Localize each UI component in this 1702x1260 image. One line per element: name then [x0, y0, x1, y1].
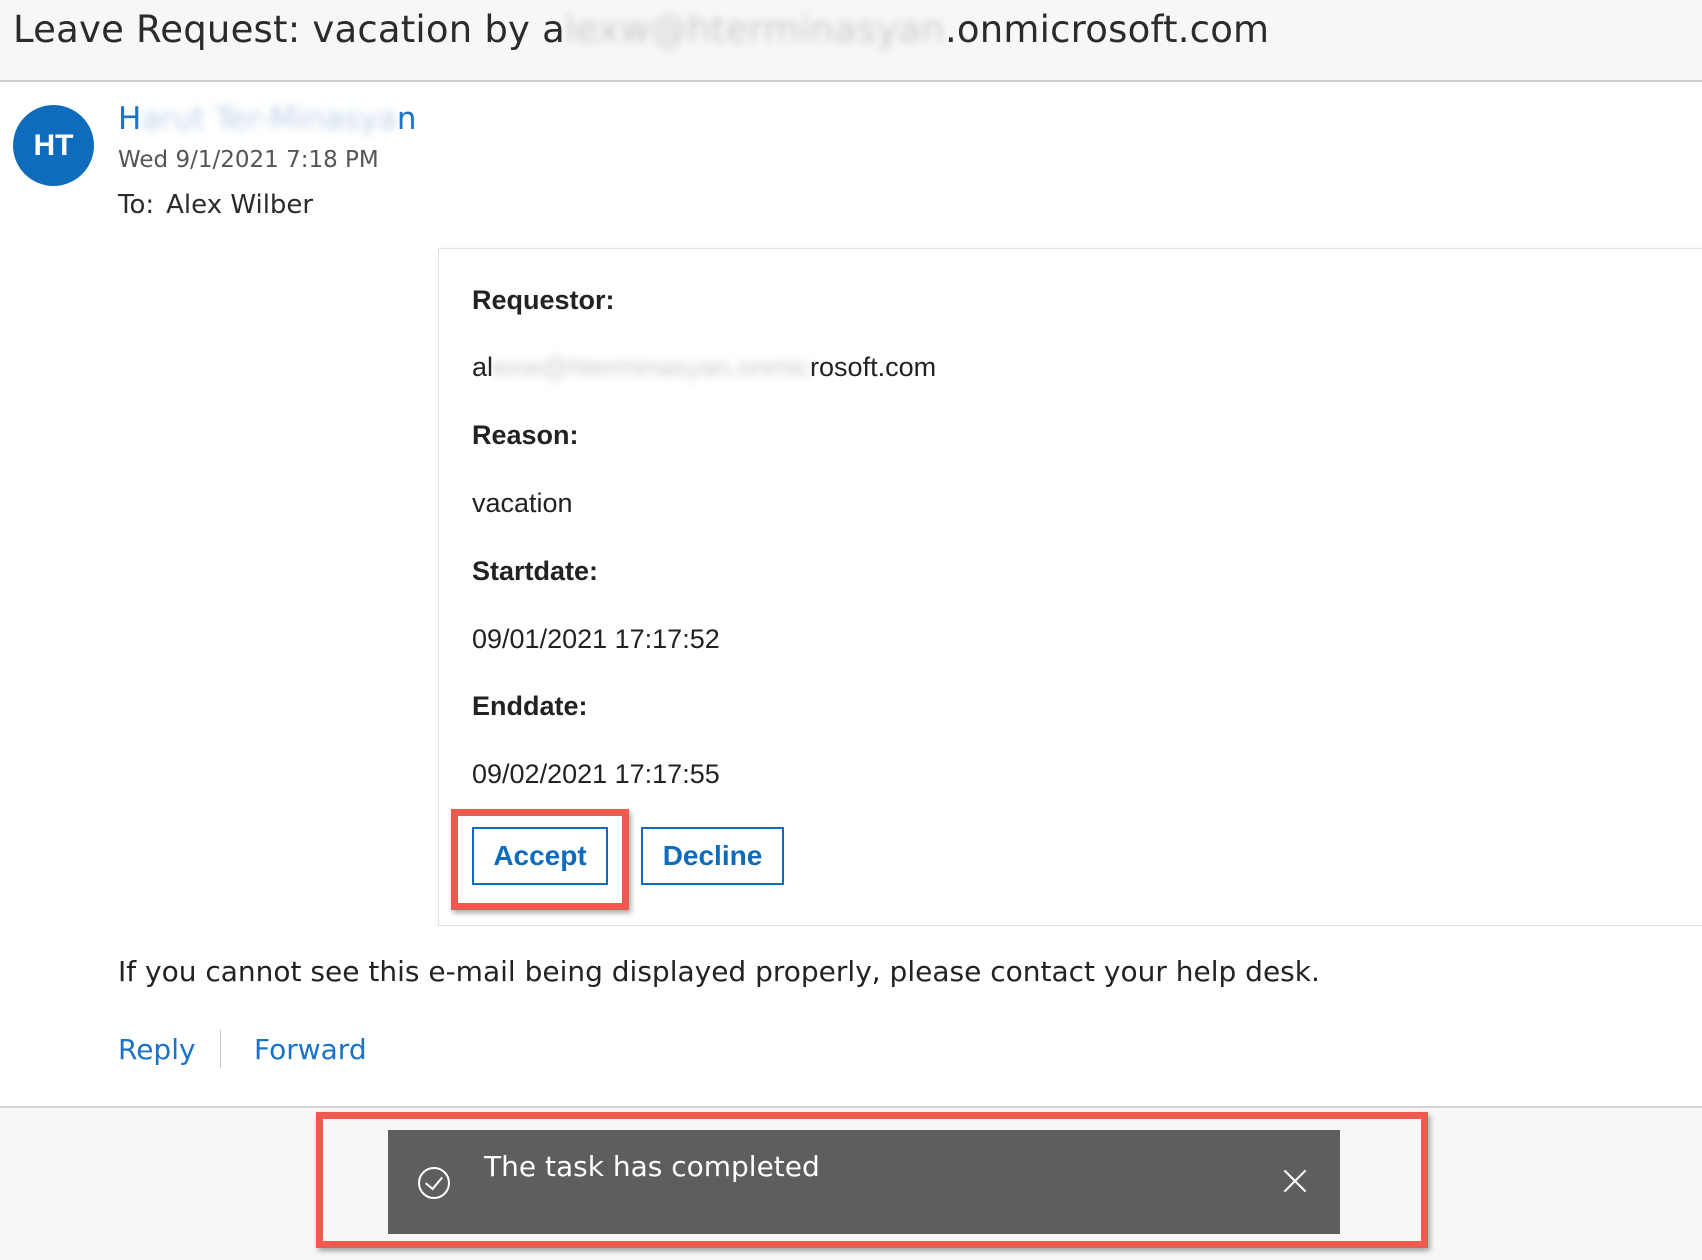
sender-redacted: arut Ter-Minasya [141, 101, 397, 137]
decline-button[interactable]: Decline [641, 827, 784, 885]
requestor-value: alexw@hterminasyan.onmicrosoft.com [472, 352, 936, 383]
requestor-label: Requestor: [472, 285, 615, 315]
sender-name[interactable]: Harut Ter-Minasyan [118, 101, 417, 137]
toast-highlight-box [316, 1112, 1428, 1248]
subject-suffix: .onmicrosoft.com [944, 8, 1270, 51]
reason-label: Reason: [472, 420, 579, 450]
reply-link[interactable]: Reply [118, 1033, 196, 1066]
reason-value: vacation [472, 488, 573, 518]
accept-highlight-box [451, 809, 629, 910]
subject-prefix: Leave Request: vacation by a [13, 8, 565, 51]
forward-link[interactable]: Forward [254, 1033, 367, 1066]
recipient-name[interactable]: Alex Wilber [166, 190, 313, 220]
action-divider [220, 1030, 221, 1068]
sender-last: n [396, 101, 417, 137]
startdate-value: 09/01/2021 17:17:52 [472, 624, 720, 654]
email-subject: Leave Request: vacation by alexw@htermin… [13, 8, 1269, 51]
avatar[interactable]: HT [13, 105, 94, 186]
sent-date: Wed 9/1/2021 7:18 PM [118, 147, 379, 173]
subject-bar: Leave Request: vacation by alexw@htermin… [0, 0, 1702, 82]
recipient-line: To: Alex Wilber [118, 190, 313, 220]
enddate-value: 09/02/2021 17:17:55 [472, 759, 720, 789]
requestor-suffix: rosoft.com [810, 352, 937, 382]
startdate-label: Startdate: [472, 556, 599, 586]
requestor-prefix: al [472, 352, 494, 382]
to-label: To: [118, 190, 155, 220]
subject-redacted: lexw@hterminasyan [564, 8, 945, 51]
enddate-label: Enddate: [472, 691, 588, 721]
requestor-redacted: exw@hterminasyan.onmic [493, 352, 811, 382]
help-desk-note: If you cannot see this e-mail being disp… [118, 955, 1320, 988]
sender-first: H [118, 101, 142, 137]
